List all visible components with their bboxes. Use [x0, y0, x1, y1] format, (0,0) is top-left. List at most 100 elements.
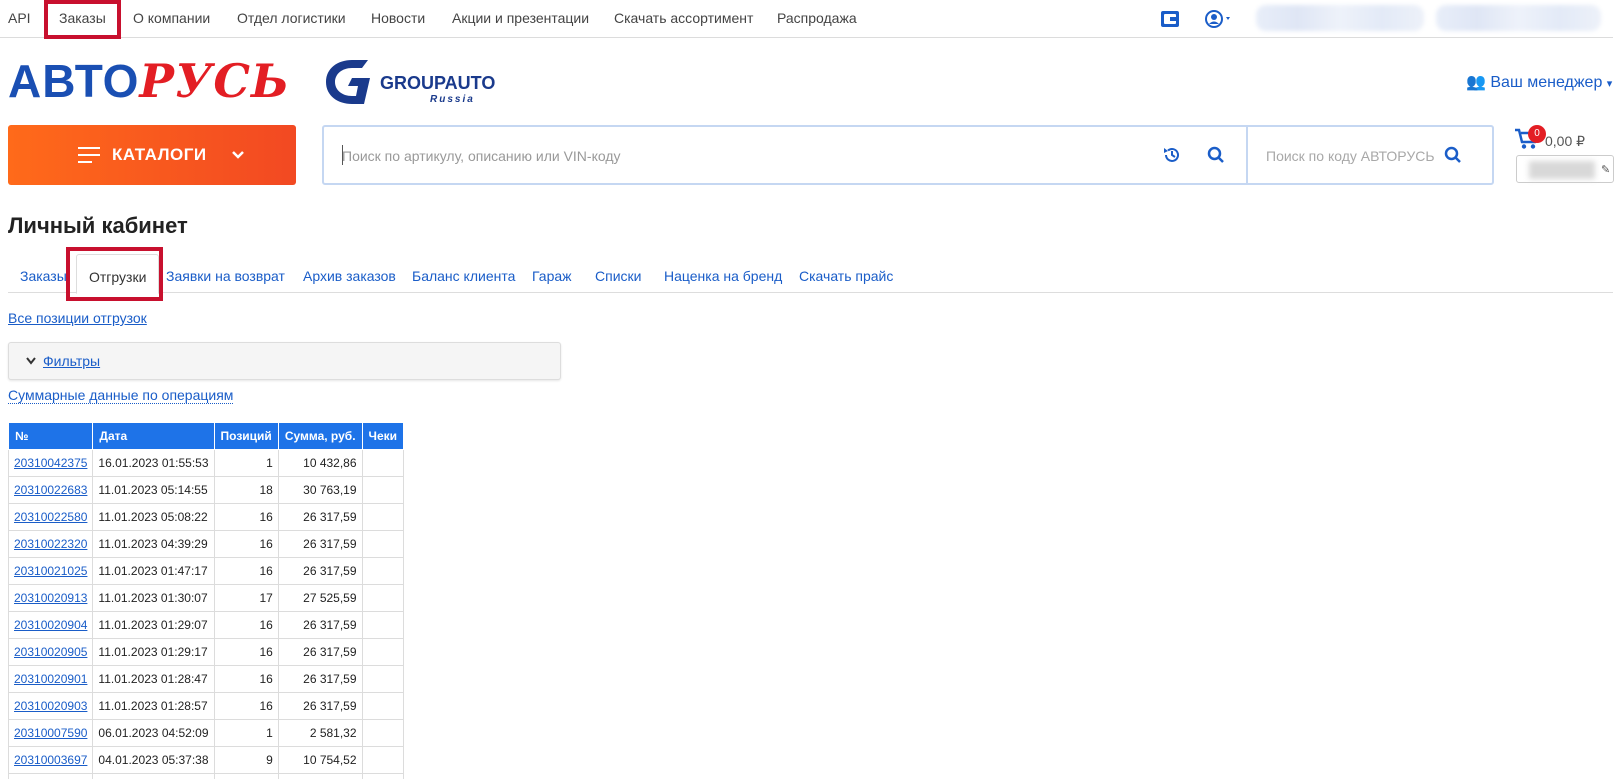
topnav-logistics[interactable]: Отдел логистики: [237, 10, 346, 26]
catalog-button[interactable]: КАТАЛОГИ: [8, 125, 296, 185]
filters-panel[interactable]: Фильтры: [8, 342, 561, 380]
table-row: 20310022683 11.01.2023 05:14:55 18 30 763,1…: [7, 476, 405, 504]
user-menu-icon[interactable]: [1204, 9, 1234, 29]
col-receipts[interactable]: Чеки: [361, 422, 405, 450]
sum-cell: 26 317,59: [277, 557, 363, 585]
tab-orders[interactable]: Заказы: [20, 268, 67, 284]
date-cell: 04.01.2023 05:37:38: [92, 746, 215, 774]
order-number-link[interactable]: 20310022320: [14, 537, 87, 551]
receipts-cell: [361, 449, 405, 477]
groupauto-logo: GROUPAUTO Russia: [326, 60, 495, 105]
receipts-cell: [361, 557, 405, 585]
col-number[interactable]: №: [7, 422, 94, 450]
topnav-about[interactable]: О компании: [133, 10, 210, 26]
tab-return-requests[interactable]: Заявки на возврат: [166, 268, 285, 284]
order-number-link[interactable]: 20310020901: [14, 672, 87, 686]
topnav-download-assortment[interactable]: Скачать ассортимент: [614, 10, 753, 26]
highlight-box: [44, 0, 121, 39]
date-cell: 06.01.2023 04:52:09: [92, 719, 215, 747]
positions-cell: 1: [213, 449, 279, 477]
date-cell: 11.01.2023 04:39:29: [92, 530, 215, 558]
user-info-blurred: [1256, 5, 1424, 31]
search-bar: Поиск по артикулу, описанию или VIN-коду…: [322, 125, 1494, 185]
col-positions[interactable]: Позиций: [213, 422, 279, 450]
history-icon[interactable]: [1162, 145, 1182, 165]
order-number-cell: 20310007590: [7, 719, 94, 747]
date-cell: 11.01.2023 01:47:17: [92, 557, 215, 585]
tab-client-balance[interactable]: Баланс клиента: [412, 268, 515, 284]
positions-cell: 16: [213, 692, 279, 720]
groupauto-text: GROUPAUTO: [380, 73, 495, 93]
receipts-cell: [361, 611, 405, 639]
date-cell: 11.01.2023 05:08:22: [92, 503, 215, 531]
table-header-row: № Дата Позиций Сумма, руб. Чеки: [7, 422, 405, 450]
search-icon[interactable]: [1207, 146, 1225, 164]
tab-garage[interactable]: Гараж: [532, 268, 572, 284]
order-number-link[interactable]: 20310022683: [14, 483, 87, 497]
positions-cell: 9: [213, 746, 279, 774]
order-number-link[interactable]: 20310003697: [14, 753, 87, 767]
receipts-cell: [361, 692, 405, 720]
caret-down-icon: ▾: [1606, 78, 1613, 90]
topnav-news[interactable]: Новости: [371, 10, 425, 26]
topnav-sale[interactable]: Распродажа: [777, 10, 857, 26]
order-number-link[interactable]: 20310007590: [14, 726, 87, 740]
operations-summary-link[interactable]: Суммарные данные по операциям: [8, 387, 234, 404]
order-number-link[interactable]: 20310022580: [14, 510, 87, 524]
order-number-cell: 20310022580: [7, 503, 94, 531]
all-shipment-positions-link[interactable]: Все позиции отгрузок: [8, 310, 147, 326]
filters-toggle[interactable]: Фильтры: [43, 353, 100, 369]
search-code-icon[interactable]: [1444, 146, 1462, 164]
date-cell: 11.01.2023 01:28:57: [92, 692, 215, 720]
tab-download-price[interactable]: Скачать прайс: [799, 268, 893, 284]
manager-dropdown[interactable]: 👥 Ваш менеджер ▾: [1466, 72, 1612, 92]
date-cell: 11.01.2023 05:14:55: [92, 476, 215, 504]
sum-cell: 26 317,59: [277, 530, 363, 558]
table-row: 20310020905 11.01.2023 01:29:17 16 26 317,5…: [7, 638, 405, 666]
wallet-icon[interactable]: [1160, 10, 1180, 28]
table-row: 20310020903 11.01.2023 01:28:57 16 26 317,5…: [7, 692, 405, 720]
order-number-cell: 20310022320: [7, 530, 94, 558]
account-blurred: [1529, 161, 1595, 179]
tab-lists[interactable]: Списки: [595, 268, 641, 284]
date-cell: 11.01.2023 01:29:17: [92, 638, 215, 666]
menu-icon: [78, 147, 100, 163]
positions-cell: 16: [213, 611, 279, 639]
chevron-down-icon: [26, 357, 36, 365]
sum-cell: 26 317,59: [277, 638, 363, 666]
order-number-link[interactable]: 20310020904: [14, 618, 87, 632]
order-number-link[interactable]: 20310021025: [14, 564, 87, 578]
search-input[interactable]: Поиск по артикулу, описанию или VIN-коду: [324, 127, 1248, 183]
topnav-promotions[interactable]: Акции и презентации: [452, 10, 589, 26]
date-cell: 11.01.2023 01:28:47: [92, 665, 215, 693]
col-sum[interactable]: Сумма, руб.: [277, 422, 363, 450]
table-row: 20310020904 11.01.2023 01:29:07 16 26 317,5…: [7, 611, 405, 639]
order-number-cell: 20310022683: [7, 476, 94, 504]
manager-icon: 👥: [1466, 74, 1486, 91]
col-date[interactable]: Дата: [92, 422, 215, 450]
sum-cell: 26 317,59: [277, 503, 363, 531]
receipts-cell: [361, 476, 405, 504]
date-cell: [92, 773, 215, 779]
topnav-api[interactable]: API: [8, 10, 31, 26]
order-number-cell: 20310003697: [7, 746, 94, 774]
receipts-cell: [361, 503, 405, 531]
order-number-cell: 20310042375: [7, 449, 94, 477]
order-number-link[interactable]: 20310020905: [14, 645, 87, 659]
order-number-link[interactable]: 20310020913: [14, 591, 87, 605]
chevron-down-icon: [232, 151, 244, 159]
avtorus-logo[interactable]: АВТОРУСЬ: [8, 55, 290, 107]
order-number-link[interactable]: 20310042375: [14, 456, 87, 470]
date-cell: 16.01.2023 01:55:53: [92, 449, 215, 477]
order-number-link[interactable]: 20310020903: [14, 699, 87, 713]
tab-brand-markup[interactable]: Наценка на бренд: [664, 268, 782, 284]
order-number-cell: [7, 773, 94, 779]
groupauto-sub: Russia: [430, 94, 475, 105]
cart-account-select[interactable]: ✎: [1516, 155, 1614, 183]
page-title: Личный кабинет: [8, 213, 188, 238]
sum-cell: 26 317,59: [277, 692, 363, 720]
table-row: 20310021025 11.01.2023 01:47:17 16 26 317,5…: [7, 557, 405, 585]
tab-order-archive[interactable]: Архив заказов: [303, 268, 396, 284]
positions-cell: 16: [213, 530, 279, 558]
table-row: 20310022580 11.01.2023 05:08:22 16 26 317,5…: [7, 503, 405, 531]
